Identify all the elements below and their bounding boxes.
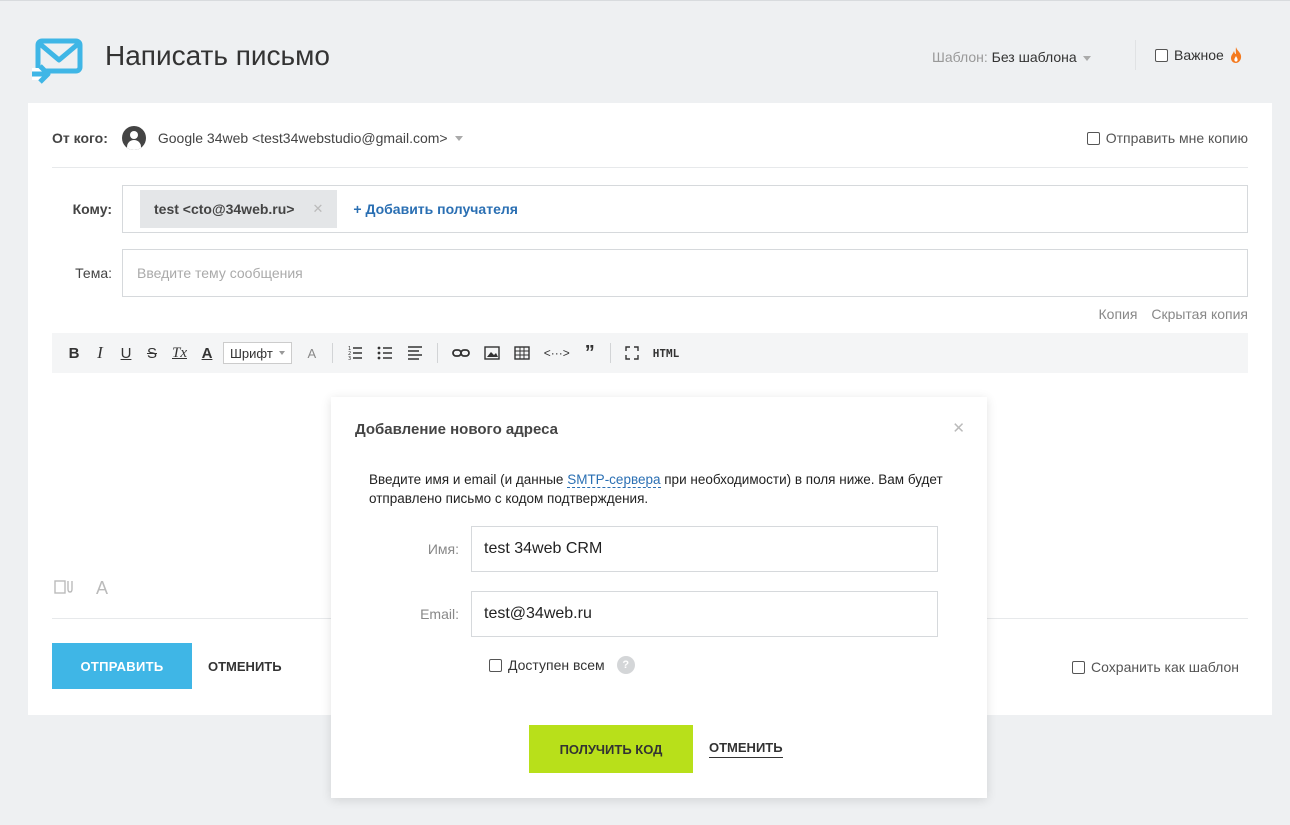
from-label: От кого: — [52, 130, 108, 146]
add-recipient-link[interactable]: + Добавить получателя — [353, 201, 518, 217]
strikethrough-button[interactable]: S — [146, 342, 158, 364]
name-label: Имя: — [427, 541, 459, 557]
page-title: Написать письмо — [105, 40, 330, 71]
table-icon[interactable] — [514, 342, 530, 364]
chevron-down-icon[interactable] — [454, 135, 463, 141]
toolbar-separator — [609, 343, 611, 363]
cc-link[interactable]: Копия — [1099, 306, 1138, 322]
divider — [52, 167, 1248, 168]
name-row: Имя: — [331, 526, 938, 572]
align-icon[interactable] — [407, 342, 423, 364]
available-to-all-checkbox[interactable] — [489, 658, 502, 672]
bullet-list-icon[interactable] — [377, 342, 393, 364]
code-icon[interactable]: <···> — [544, 342, 570, 364]
font-size-button[interactable]: A — [306, 342, 318, 364]
html-mode-button[interactable]: HTML — [653, 342, 680, 364]
toolbar-separator — [436, 343, 438, 363]
available-to-all-label: Доступен всем — [508, 657, 605, 673]
cc-links: Копия Скрытая копия — [1089, 306, 1248, 322]
page-header: Написать письмо Шаблон: Без шаблона Важн… — [0, 0, 1290, 100]
from-row: От кого: Google 34web <test34webstudio@g… — [52, 123, 1248, 153]
important-toggle[interactable]: Важное — [1155, 47, 1242, 63]
smtp-settings-link[interactable]: SMTP-сервера — [567, 472, 661, 488]
send-me-copy-label: Отправить мне копию — [1105, 130, 1248, 146]
email-field[interactable] — [471, 591, 938, 637]
flame-icon — [1230, 47, 1241, 63]
cancel-button[interactable]: ОТМЕНИТЬ — [208, 659, 282, 674]
header-divider — [1135, 40, 1136, 70]
attachment-icon[interactable] — [54, 578, 74, 596]
important-checkbox[interactable] — [1155, 48, 1168, 62]
important-label: Важное — [1174, 47, 1224, 63]
font-family-label: Шрифт — [230, 345, 273, 361]
help-icon[interactable]: ? — [616, 656, 635, 674]
fullscreen-icon[interactable] — [625, 342, 639, 364]
editor-status-icons: A — [54, 578, 108, 599]
close-icon[interactable]: ✕ — [312, 201, 323, 217]
to-label: Кому: — [72, 201, 112, 217]
send-button[interactable]: ОТПРАВИТЬ — [52, 643, 192, 689]
bold-button[interactable]: B — [68, 342, 80, 364]
subject-row: Тема: — [52, 249, 1248, 297]
email-row: Email: — [331, 591, 938, 637]
italic-button[interactable]: I — [94, 342, 106, 364]
avatar — [121, 126, 146, 150]
close-icon[interactable]: ✕ — [952, 419, 965, 437]
save-as-template-toggle[interactable]: Сохранить как шаблон — [1072, 659, 1239, 675]
chevron-down-icon — [278, 351, 285, 355]
text-format-icon[interactable]: A — [96, 578, 108, 599]
font-color-button[interactable]: A — [201, 342, 213, 364]
underline-button[interactable]: U — [120, 342, 132, 364]
bcc-link[interactable]: Скрытая копия — [1151, 306, 1248, 322]
get-code-button[interactable]: ПОЛУЧИТЬ КОД — [529, 725, 693, 773]
save-as-template-checkbox[interactable] — [1072, 660, 1086, 674]
add-address-modal: Добавление нового адреса ✕ Введите имя и… — [331, 397, 987, 798]
template-selector[interactable]: Шаблон: Без шаблона — [932, 49, 1091, 65]
to-row: Кому: test <cto@34web.ru> ✕ + Добавить п… — [52, 185, 1248, 233]
name-field[interactable] — [471, 526, 938, 572]
template-value: Без шаблона — [991, 49, 1077, 65]
mail-compose-icon — [32, 38, 83, 84]
sender-select[interactable]: Google 34web <test34webstudio@gmail.com> — [158, 130, 448, 146]
recipient-chip-label: test <cto@34web.ru> — [154, 201, 295, 217]
available-to-all-toggle[interactable]: Доступен всем ? — [489, 656, 635, 674]
chevron-down-icon — [1082, 55, 1091, 61]
recipients-field[interactable]: test <cto@34web.ru> ✕ + Добавить получат… — [122, 185, 1248, 233]
modal-cancel-button[interactable]: ОТМЕНИТЬ — [709, 740, 783, 758]
save-as-template-label: Сохранить как шаблон — [1091, 659, 1239, 675]
modal-description: Введите имя и email (и данные SMTP-серве… — [369, 470, 949, 508]
modal-text-before: Введите имя и email (и данные — [369, 472, 568, 487]
image-icon[interactable] — [484, 342, 500, 364]
modal-title: Добавление нового адреса — [355, 421, 558, 438]
toolbar-separator — [331, 343, 333, 363]
editor-toolbar: B I U S Tx A Шрифт A 123 <···> ” HTML — [52, 333, 1248, 373]
link-icon[interactable] — [451, 342, 470, 364]
font-family-select[interactable]: Шрифт — [223, 342, 292, 364]
send-me-copy-toggle[interactable]: Отправить мне копию — [1086, 130, 1248, 146]
quote-icon[interactable]: ” — [584, 342, 596, 364]
ordered-list-icon[interactable]: 123 — [347, 342, 363, 364]
subject-label: Тема: — [75, 265, 112, 281]
recipient-chip[interactable]: test <cto@34web.ru> ✕ — [140, 190, 338, 228]
send-me-copy-checkbox[interactable] — [1086, 131, 1100, 145]
clear-format-button[interactable]: Tx — [172, 342, 187, 364]
subject-input[interactable] — [122, 249, 1248, 297]
template-label: Шаблон: — [932, 49, 988, 65]
email-label: Email: — [420, 606, 459, 622]
svg-text:3: 3 — [348, 356, 351, 362]
